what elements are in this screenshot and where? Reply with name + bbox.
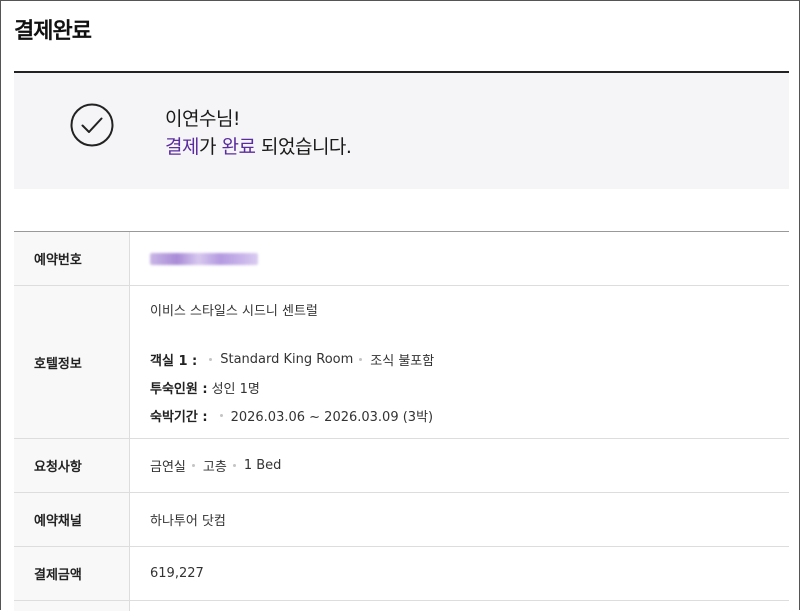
word-complete: 완료 bbox=[221, 136, 256, 158]
separator-dot bbox=[232, 464, 236, 467]
stay-line: 숙박기간 : 2026.03.06 ~ 2026.03.09 (3박) bbox=[150, 406, 433, 425]
separator-dot bbox=[219, 413, 223, 417]
reservation-info-table: 예약번호 호텔정보 이비스 스타일스 시드니 센트럴 객실 1 : Standa… bbox=[14, 231, 789, 611]
stay-period: 2026.03.06 ~ 2026.03.09 (3박) bbox=[230, 409, 434, 425]
booking-number-value bbox=[130, 232, 789, 285]
amount-value: 619,227 bbox=[150, 566, 204, 581]
channel-label: 예약채널 bbox=[14, 493, 130, 546]
stay-label: 숙박기간 : bbox=[150, 409, 208, 425]
customer-name: 이연수님! bbox=[165, 108, 241, 130]
room-label: 객실 1 : bbox=[150, 353, 198, 369]
page-title: 결제완료 bbox=[14, 19, 92, 44]
booking-number-row: 예약번호 bbox=[14, 232, 789, 286]
particle: 가 bbox=[198, 136, 222, 158]
hotel-info-row: 호텔정보 이비스 스타일스 시드니 센트럴 객실 1 : Standard Ki… bbox=[14, 286, 789, 439]
hotel-name: 이비스 스타일스 시드니 센트럴 bbox=[150, 303, 318, 319]
guests-label: 투숙인원 : bbox=[150, 381, 208, 397]
amount-label: 결제금액 bbox=[14, 547, 130, 600]
requests-row: 요청사항 금연실 고층 1 Bed bbox=[14, 439, 789, 493]
request-item: 1 Bed bbox=[243, 458, 282, 473]
request-item: 고층 bbox=[202, 460, 227, 475]
completion-banner: 이연수님! 결제가 완료 되었습니다. bbox=[14, 73, 789, 189]
separator-dot bbox=[191, 464, 195, 467]
request-item: 금연실 bbox=[150, 460, 186, 475]
word-payment: 결제 bbox=[165, 136, 199, 158]
separator-dot bbox=[359, 357, 363, 361]
separator-dot bbox=[209, 357, 213, 361]
room-type: Standard King Room bbox=[220, 351, 354, 367]
check-circle-icon bbox=[70, 103, 114, 147]
guests-line: 투숙인원 : 성인 1명 bbox=[150, 378, 260, 397]
channel-value: 하나투어 닷컴 bbox=[150, 514, 226, 529]
amount-row: 결제금액 619,227 bbox=[14, 547, 789, 601]
requests-value: 금연실 고층 1 Bed bbox=[130, 439, 789, 492]
room-line: 객실 1 : Standard King Room 조식 불포함 bbox=[150, 350, 434, 369]
completion-status: 결제가 완료 되었습니다. bbox=[165, 133, 352, 161]
breakfast-info: 조식 불포함 bbox=[370, 353, 435, 369]
booking-number-label: 예약번호 bbox=[14, 232, 130, 285]
guests-value: 성인 1명 bbox=[211, 381, 260, 397]
completion-message: 이연수님! 결제가 완료 되었습니다. bbox=[165, 105, 352, 161]
status-suffix: 되었습니다. bbox=[255, 136, 352, 158]
page-frame: 결제완료 이연수님! 결제가 완료 되었습니다. 예약번호 호텔정보 이비스 스… bbox=[0, 0, 800, 611]
blurred-booking-number bbox=[150, 252, 258, 265]
channel-row: 예약채널 하나투어 닷컴 bbox=[14, 493, 789, 547]
hotel-info-label: 호텔정보 bbox=[14, 286, 130, 438]
hotel-info-value: 이비스 스타일스 시드니 센트럴 객실 1 : Standard King Ro… bbox=[130, 286, 789, 438]
requests-label: 요청사항 bbox=[14, 439, 130, 492]
